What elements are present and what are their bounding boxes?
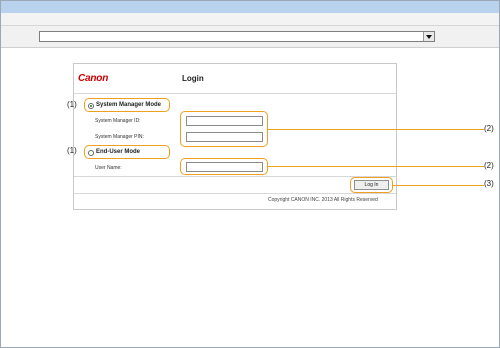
callout-line-user-field xyxy=(268,166,484,167)
callout-label-system-fields: (2) xyxy=(484,124,494,133)
address-input[interactable] xyxy=(39,31,435,42)
canon-logo: Canon xyxy=(78,73,109,84)
title-bar xyxy=(1,1,499,13)
system-manager-id-label: System Manager ID: xyxy=(95,118,141,124)
callout-line-log-in xyxy=(393,185,484,186)
callout-user-name-field xyxy=(180,158,268,175)
chevron-down-icon xyxy=(426,34,432,39)
callout-end-user-mode xyxy=(84,145,170,159)
header-divider xyxy=(74,93,396,94)
callout-label-user-field: (2) xyxy=(484,161,494,170)
footer-divider xyxy=(74,193,396,194)
menu-bar xyxy=(1,13,499,26)
callout-system-manager-fields xyxy=(180,111,268,147)
copyright-text: Copyright CANON INC. 2013 All Rights Res… xyxy=(268,197,378,203)
callout-label-end-user-mode: (1) xyxy=(67,146,77,155)
callout-log-in-button xyxy=(350,177,393,193)
address-toolbar xyxy=(1,26,499,48)
page-title: Login xyxy=(182,74,204,83)
callout-line-system-fields xyxy=(268,129,484,130)
callout-label-system-mode: (1) xyxy=(67,100,77,109)
callout-label-log-in: (3) xyxy=(484,179,494,188)
callout-system-manager-mode xyxy=(84,98,170,112)
form-divider xyxy=(74,176,396,177)
address-dropdown-button[interactable] xyxy=(423,32,434,41)
user-name-label: User Name: xyxy=(95,165,122,171)
system-manager-pin-label: System Manager PIN: xyxy=(95,134,144,140)
